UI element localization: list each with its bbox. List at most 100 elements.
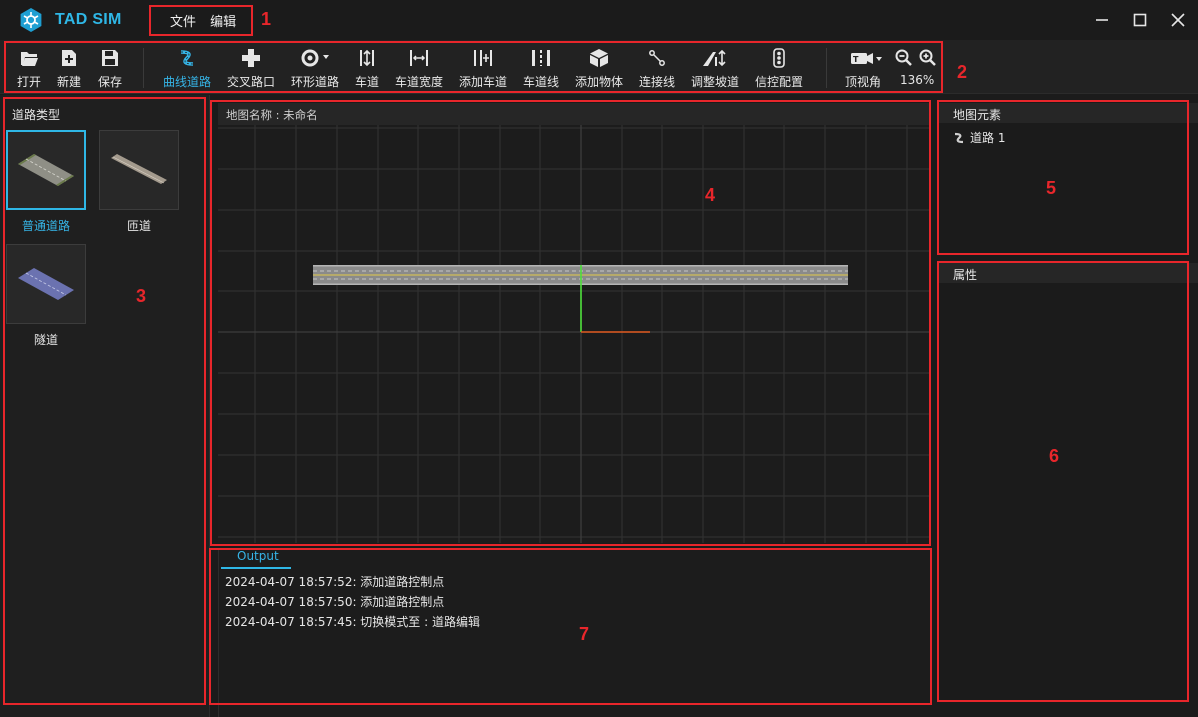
traffic-light-button[interactable]: 信控配置 — [755, 48, 803, 90]
annotation-number-7: 7 — [579, 624, 590, 644]
curve-road-icon — [954, 132, 964, 143]
output-panel: Output 2024-04-07 18:57:52: 添加道路控制点 2024… — [218, 548, 930, 717]
add-object-icon — [590, 49, 608, 67]
menu-file[interactable]: 文件 — [170, 15, 196, 30]
add-object-button[interactable]: 添加物体 — [575, 48, 623, 90]
slope-icon — [703, 49, 726, 67]
connect-line-button[interactable]: 连接线 — [639, 48, 675, 90]
output-tab-label: Output — [237, 549, 279, 563]
minimize-icon — [1096, 19, 1108, 21]
annotation-number-6: 6 — [1049, 446, 1060, 466]
maximize-icon — [1133, 13, 1147, 27]
curve-road-icon — [180, 50, 194, 66]
map-element-item[interactable]: 道路 1 — [953, 129, 1005, 146]
save-label: 保存 — [98, 75, 123, 89]
roundabout-label: 环形道路 — [291, 75, 340, 89]
output-tab[interactable]: Output — [221, 548, 291, 569]
toolbar: 打开 新建 保存 曲线道路 交叉路口 环形道路 车道 车道宽度 添加车道 车道线… — [0, 40, 1198, 94]
new-label: 新建 — [57, 75, 82, 89]
app-logo-icon — [20, 8, 42, 32]
annotation-number-3: 3 — [136, 286, 147, 306]
ramp-thumbnail — [99, 130, 179, 210]
annotation-number-4: 4 — [705, 185, 716, 205]
lane-line-label: 车道线 — [523, 75, 560, 89]
normal-road-label: 普通道路 — [21, 219, 70, 233]
ramp-label: 匝道 — [126, 219, 151, 233]
junction-label: 交叉路口 — [227, 75, 276, 89]
slope-button[interactable]: 调整坡道 — [691, 48, 739, 90]
map-canvas[interactable] — [218, 125, 930, 543]
zoom-level: 136% — [900, 73, 935, 87]
connect-line-icon — [649, 50, 665, 66]
close-icon — [1171, 13, 1185, 27]
road-type-tunnel[interactable]: 隧道 — [6, 244, 86, 348]
roundabout-button[interactable]: 环形道路 — [291, 48, 339, 90]
annotation-number-2: 2 — [957, 62, 968, 82]
normal-road-thumbnail — [6, 130, 86, 210]
normal-road-icon — [18, 154, 74, 186]
annotation-number-1: 1 — [261, 9, 272, 29]
map-name-bar: 地图名称 : 未命名 — [218, 103, 930, 125]
maximize-button[interactable] — [1128, 8, 1152, 32]
lane-button[interactable]: 车道 — [355, 48, 379, 90]
roundabout-icon — [301, 49, 329, 67]
road-type-ramp[interactable]: 匝道 — [99, 130, 179, 234]
lane-width-icon — [410, 50, 428, 66]
annotation-number-5: 5 — [1046, 178, 1057, 198]
add-lane-button[interactable]: 添加车道 — [459, 48, 507, 90]
top-view-button[interactable]: T 顶视角 — [843, 48, 883, 90]
minimize-button[interactable] — [1090, 8, 1114, 32]
lane-line-icon — [532, 50, 550, 66]
close-button[interactable] — [1166, 8, 1190, 32]
folder-open-icon — [21, 52, 38, 66]
traffic-light-icon — [773, 48, 785, 68]
app-title: TAD SIM — [55, 11, 122, 28]
zoom-out-icon — [895, 49, 912, 66]
add-object-label: 添加物体 — [575, 75, 624, 89]
lane-icon — [360, 49, 374, 67]
zoom-out-button[interactable] — [895, 49, 913, 70]
open-button[interactable]: 打开 — [17, 48, 41, 90]
top-view-label: 顶视角 — [844, 75, 881, 89]
junction-button[interactable]: 交叉路口 — [227, 48, 275, 90]
new-file-icon — [62, 50, 76, 66]
lane-width-button[interactable]: 车道宽度 — [395, 48, 443, 90]
map-name: 地图名称 : 未命名 — [226, 108, 318, 122]
tunnel-road-icon — [18, 268, 74, 300]
map-viewport[interactable]: 地图名称 : 未命名 — [218, 103, 930, 543]
menu-edit[interactable]: 编辑 — [210, 15, 236, 30]
zoom-in-button[interactable] — [919, 49, 937, 70]
add-lane-label: 添加车道 — [459, 75, 508, 89]
log-line: 2024-04-07 18:57:45: 切换模式至 : 道路编辑 — [225, 615, 480, 629]
connect-line-label: 连接线 — [639, 75, 676, 89]
save-icon — [102, 50, 118, 66]
ramp-road-icon — [111, 154, 167, 184]
tunnel-label: 隧道 — [33, 333, 58, 347]
properties-title: 属性 — [953, 268, 978, 282]
map-elements-header: 地图元素 — [937, 103, 1198, 123]
curve-road-button[interactable]: 曲线道路 — [163, 48, 211, 90]
road-type-panel: 道路类型 普通道路 匝道 隧道 — [0, 95, 210, 717]
map-element-label: 道路 1 — [970, 131, 1006, 145]
title-bar: TAD SIM 文件 编辑 — [0, 0, 1198, 40]
lane-line-button[interactable]: 车道线 — [523, 48, 559, 90]
slope-label: 调整坡道 — [691, 75, 740, 89]
zoom-in-icon — [919, 49, 936, 66]
curve-road-label: 曲线道路 — [163, 75, 212, 89]
svg-text:T: T — [853, 55, 859, 64]
menu-bar: 文件 编辑 — [170, 11, 246, 30]
lane-width-label: 车道宽度 — [395, 75, 444, 89]
new-button[interactable]: 新建 — [57, 48, 81, 90]
open-label: 打开 — [17, 75, 42, 89]
toolbar-separator — [143, 48, 144, 88]
map-elements-title: 地图元素 — [953, 108, 1002, 122]
traffic-light-label: 信控配置 — [755, 75, 804, 89]
tunnel-thumbnail — [6, 244, 86, 324]
toolbar-separator — [826, 48, 827, 88]
lane-label: 车道 — [355, 75, 380, 89]
right-panels: 地图元素 道路 1 属性 — [937, 95, 1198, 717]
log-line: 2024-04-07 18:57:50: 添加道路控制点 — [225, 595, 445, 609]
save-button[interactable]: 保存 — [98, 48, 122, 90]
road-type-normal[interactable]: 普通道路 — [6, 130, 86, 234]
junction-icon — [242, 49, 260, 67]
